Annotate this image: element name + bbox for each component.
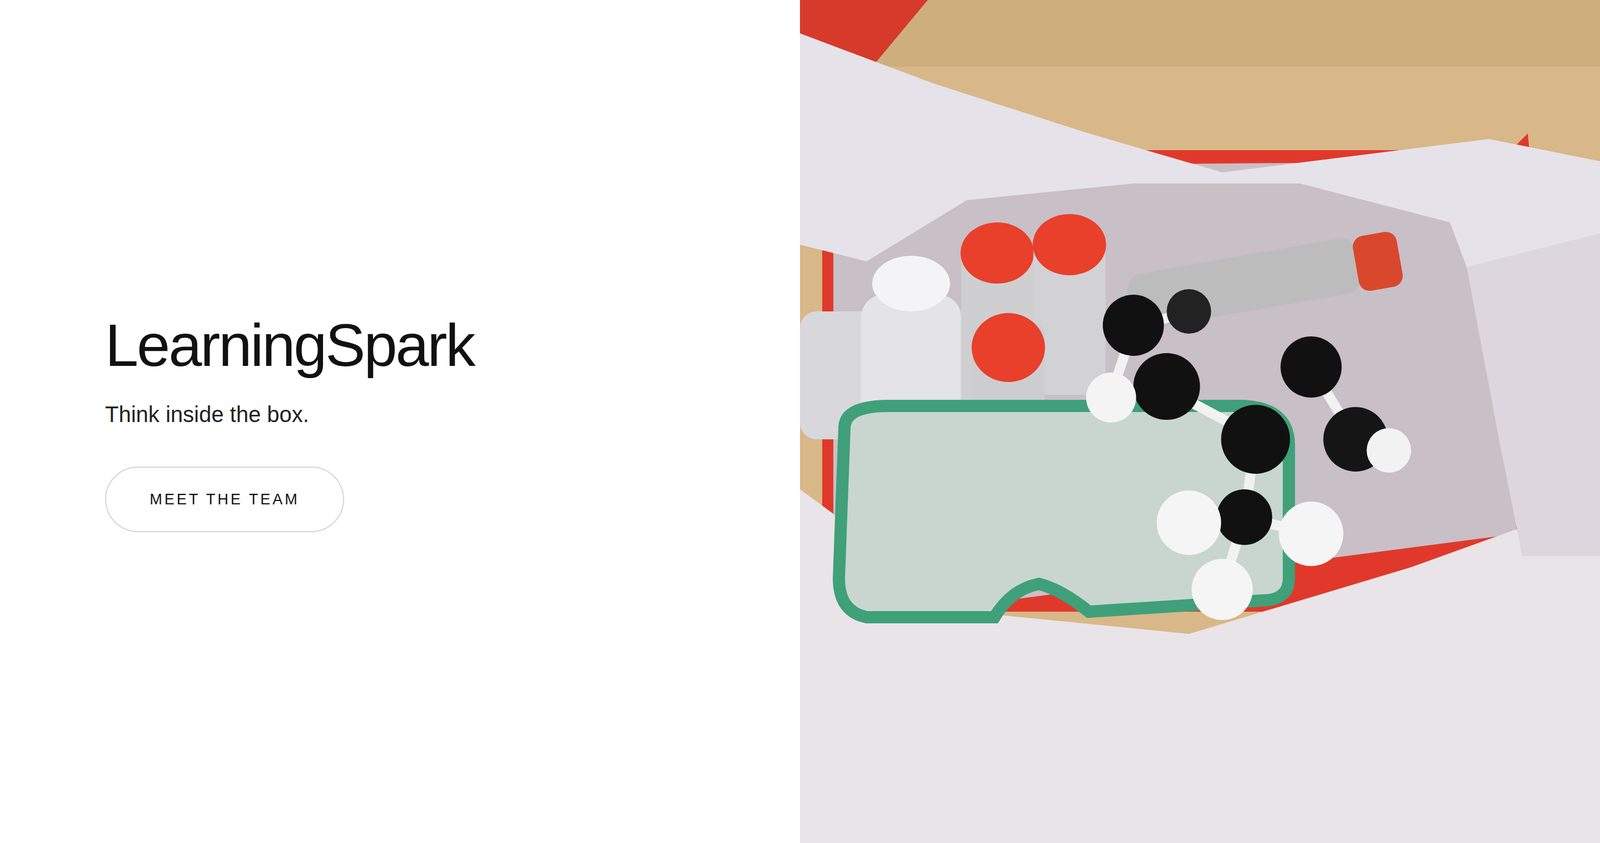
hero-content: LearningSpark Think inside the box. MEET T… xyxy=(105,310,474,533)
meet-team-button[interactable]: MEET THE TEAM xyxy=(105,466,345,533)
hero-text-panel: LearningSpark Think inside the box. MEET T… xyxy=(0,0,800,843)
tagline: Think inside the box. xyxy=(105,399,474,429)
product-photo xyxy=(800,0,1600,843)
site-title: LearningSpark xyxy=(105,310,474,380)
hero-section: LearningSpark Think inside the box. MEET T… xyxy=(0,0,1600,843)
